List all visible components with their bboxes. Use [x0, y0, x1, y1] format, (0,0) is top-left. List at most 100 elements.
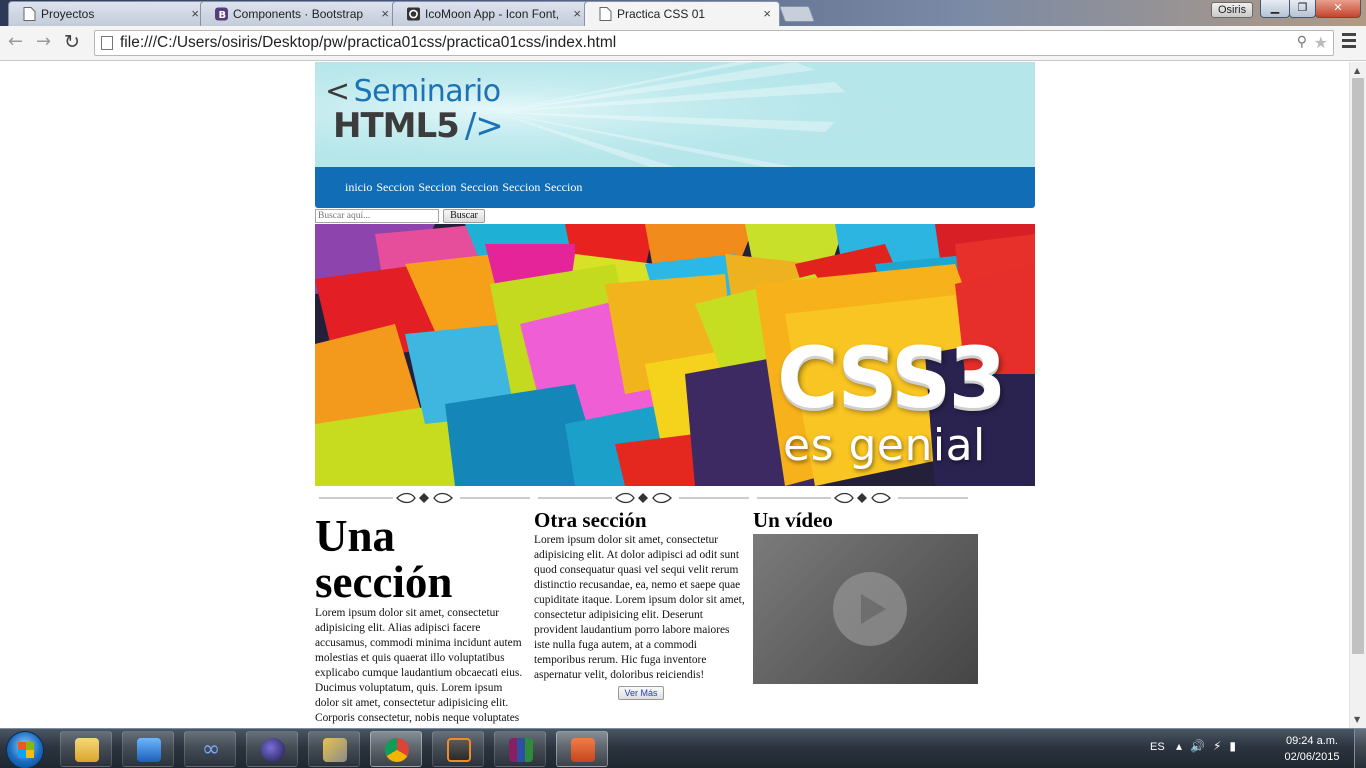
- sublime-text-icon: [447, 738, 471, 762]
- tab-bootstrap[interactable]: B Components · Bootstrap ×: [200, 1, 398, 26]
- play-icon: [861, 594, 886, 624]
- system-clock[interactable]: 09:24 a.m. 02/06/2015: [1276, 733, 1348, 765]
- media-player-icon: [137, 738, 161, 762]
- section-heading: Una sección: [315, 511, 453, 607]
- page-icon: [23, 7, 36, 21]
- eclipse-icon: [261, 738, 285, 762]
- section-body: Lorem ipsum dolor sit amet, consectetur …: [315, 607, 523, 724]
- close-icon[interactable]: ×: [763, 6, 771, 21]
- scroll-down-arrow-icon[interactable]: ▼: [1354, 715, 1360, 724]
- minimize-icon: ▁: [1270, 1, 1280, 14]
- user-profile-button[interactable]: Osiris: [1211, 2, 1254, 18]
- logo-bracket: <: [325, 74, 350, 109]
- minimize-button[interactable]: ▁: [1260, 0, 1290, 18]
- hero-image: CSS3 es genial: [315, 224, 1035, 486]
- nav-item-seccion[interactable]: Seccion: [544, 167, 582, 208]
- site-banner: < Seminario HTML5/>: [315, 62, 1035, 167]
- url-text[interactable]: file:///C:/Users/osiris/Desktop/pw/pract…: [120, 34, 616, 52]
- ornament-divider-row: [315, 486, 1035, 510]
- taskbar-infinity-app[interactable]: ∞: [184, 731, 236, 767]
- tab-title: Components · Bootstrap: [233, 7, 364, 21]
- logo-text: Seminario: [353, 74, 501, 109]
- clock-time: 09:24 a.m.: [1286, 735, 1338, 747]
- taskbar-tools[interactable]: [308, 731, 360, 767]
- hamburger-menu-icon[interactable]: [1342, 33, 1356, 51]
- taskbar-media-player[interactable]: [122, 731, 174, 767]
- language-indicator[interactable]: ES: [1150, 741, 1165, 753]
- page-icon: [101, 36, 113, 50]
- tab-title: Practica CSS 01: [617, 7, 706, 21]
- hero-subtitle: es genial: [783, 420, 986, 471]
- maximize-button[interactable]: ❐: [1289, 0, 1316, 18]
- icomoon-icon: [407, 7, 420, 21]
- power-icon[interactable]: ▮: [1229, 739, 1244, 753]
- taskbar-eclipse[interactable]: [246, 731, 298, 767]
- taskbar-winrar[interactable]: [494, 731, 546, 767]
- ver-mas-button[interactable]: Ver Más: [618, 686, 664, 700]
- chrome-icon: [385, 738, 409, 762]
- section-video: Un vídeo: [753, 508, 983, 684]
- tray-expand-icon[interactable]: ▴: [1176, 739, 1190, 753]
- tab-proyectos[interactable]: Proyectos ×: [8, 1, 208, 26]
- browser-toolbar: ← → ↻ file:///C:/Users/osiris/Desktop/pw…: [0, 26, 1366, 61]
- new-tab-button[interactable]: [779, 6, 815, 22]
- nav-item-inicio[interactable]: inicio: [345, 167, 372, 208]
- flourish-divider-icon: [538, 492, 749, 504]
- window-close-button[interactable]: ✕: [1315, 0, 1361, 18]
- page-icon: [599, 7, 612, 21]
- file-explorer-icon: [75, 738, 99, 762]
- tab-title: Proyectos: [41, 7, 95, 21]
- search-button[interactable]: Buscar: [443, 209, 485, 223]
- powerpoint-icon: [571, 738, 595, 762]
- tab-practica-css[interactable]: Practica CSS 01 ×: [584, 1, 780, 26]
- logo-html5[interactable]: HTML5/>: [333, 106, 504, 146]
- start-button[interactable]: [6, 731, 44, 768]
- search-form: Buscar: [315, 208, 1035, 224]
- section-heading: Otra sección: [534, 508, 647, 532]
- zoom-icon[interactable]: ⚲: [1297, 34, 1307, 50]
- nav-item-seccion[interactable]: Seccion: [460, 167, 498, 208]
- network-icon[interactable]: ⚡: [1213, 739, 1229, 753]
- bootstrap-icon: B: [215, 7, 228, 21]
- system-tray-icons[interactable]: ▴🔊⚡▮: [1176, 739, 1244, 753]
- main-nav: inicio Seccion Seccion Seccion Seccion S…: [315, 167, 1035, 208]
- bookmark-star-icon[interactable]: ★: [1314, 33, 1328, 52]
- volume-icon[interactable]: 🔊: [1190, 739, 1213, 753]
- close-icon[interactable]: ×: [191, 6, 199, 21]
- nav-item-seccion[interactable]: Seccion: [418, 167, 456, 208]
- windows-taskbar: ∞ ES ▴🔊⚡▮ 09:24 a.m. 02/06/2015: [0, 728, 1366, 768]
- tools-icon: [323, 738, 347, 762]
- logo-seminario[interactable]: < Seminario: [325, 74, 501, 109]
- scrollbar-thumb[interactable]: [1352, 78, 1364, 654]
- tab-icomoon[interactable]: IcoMoon App - Icon Font, ×: [392, 1, 590, 26]
- flourish-divider-icon: [757, 492, 968, 504]
- taskbar-chrome[interactable]: [370, 731, 422, 767]
- winrar-icon: [509, 738, 533, 762]
- forward-arrow-icon[interactable]: →: [36, 32, 51, 52]
- close-icon[interactable]: ×: [381, 6, 389, 21]
- show-desktop-button[interactable]: [1354, 729, 1366, 768]
- clock-date: 02/06/2015: [1284, 751, 1340, 763]
- close-icon[interactable]: ×: [573, 6, 581, 21]
- nav-item-seccion[interactable]: Seccion: [502, 167, 540, 208]
- page-viewport: < Seminario HTML5/> inicio Seccion Seccio…: [0, 62, 1349, 728]
- site-container: < Seminario HTML5/> inicio Seccion Seccio…: [315, 62, 1035, 724]
- hero-title: CSS3: [777, 329, 1007, 427]
- back-arrow-icon[interactable]: ←: [8, 32, 23, 52]
- browser-tab-strip: Proyectos × B Components · Bootstrap × I…: [0, 0, 1366, 26]
- search-input[interactable]: [315, 209, 439, 223]
- vertical-scrollbar[interactable]: ▲ ▼: [1349, 62, 1366, 728]
- infinity-app-icon: ∞: [201, 737, 221, 762]
- nav-item-seccion[interactable]: Seccion: [376, 167, 414, 208]
- reload-icon[interactable]: ↻: [64, 32, 80, 52]
- taskbar-file-explorer[interactable]: [60, 731, 112, 767]
- section-heading: Un vídeo: [753, 508, 833, 532]
- logo-text: HTML5: [333, 106, 460, 146]
- address-bar[interactable]: file:///C:/Users/osiris/Desktop/pw/pract…: [94, 30, 1334, 56]
- scroll-up-arrow-icon[interactable]: ▲: [1354, 66, 1360, 75]
- taskbar-sublime-text[interactable]: [432, 731, 484, 767]
- section-otra: Otra sección Lorem ipsum dolor sit amet,…: [534, 508, 748, 701]
- video-player[interactable]: [753, 534, 978, 684]
- svg-text:B: B: [219, 10, 227, 21]
- taskbar-powerpoint[interactable]: [556, 731, 608, 767]
